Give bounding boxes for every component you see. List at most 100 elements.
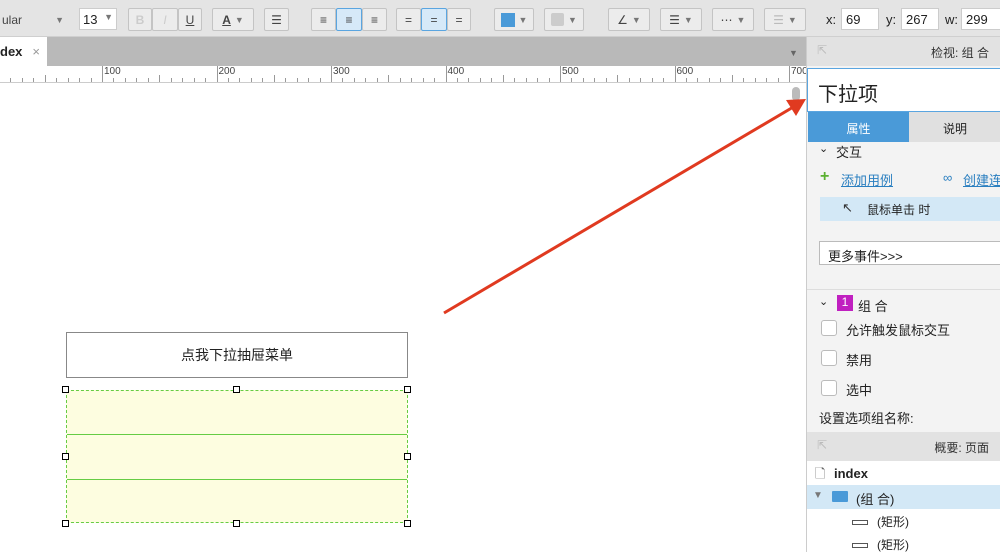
font-size-select[interactable]: 13 ▼	[79, 8, 117, 30]
ruler-tick	[537, 78, 539, 82]
dropdown-trigger-button[interactable]: 点我下拉抽屉菜单	[66, 332, 408, 378]
close-icon[interactable]: ×	[32, 44, 40, 59]
ruler-tick	[21, 78, 23, 82]
outline-group-label: (组 合)	[856, 492, 895, 507]
resize-handle[interactable]	[404, 520, 411, 527]
tab-notes[interactable]: 说明	[909, 112, 1000, 142]
resize-handle[interactable]	[404, 453, 411, 460]
tab-list-dropdown-icon[interactable]: ▼	[789, 48, 798, 58]
x-input[interactable]: 69	[841, 8, 879, 30]
y-input[interactable]: 267	[901, 8, 939, 30]
dropdown-group[interactable]	[66, 390, 408, 523]
ruler-tick	[789, 66, 790, 82]
add-case-link[interactable]: 添加用例	[841, 170, 893, 189]
tab-properties[interactable]: 属性	[808, 112, 909, 142]
resize-handle[interactable]	[62, 386, 69, 393]
font-style-select[interactable]: ular ▼	[0, 8, 68, 31]
outline-rect-item[interactable]: (矩形)	[877, 513, 909, 530]
ruler-tick	[227, 78, 229, 82]
design-canvas[interactable]: 点我下拉抽屉菜单	[0, 83, 806, 552]
create-link-link[interactable]: 创建连	[963, 170, 1000, 189]
selected-checkbox[interactable]	[821, 380, 837, 396]
ruler-tick	[617, 75, 619, 82]
line-style-button[interactable]: ⋯ ▼	[712, 8, 754, 31]
ruler-tick	[434, 78, 436, 82]
expand-triangle-icon[interactable]: ▼	[813, 490, 823, 501]
ruler-tick	[182, 78, 184, 82]
w-input[interactable]: 299	[961, 8, 1000, 30]
font-color-icon: A	[222, 12, 231, 27]
ruler-tick	[44, 75, 46, 82]
ruler-tick	[136, 78, 138, 82]
align-right-button[interactable]: ≡	[362, 8, 387, 31]
ruler-tick	[766, 78, 768, 82]
valign-middle-button[interactable]: =	[421, 8, 447, 31]
font-color-button[interactable]: A ▼	[212, 8, 254, 31]
y-label: y:	[886, 12, 897, 27]
ruler-label: 300	[333, 66, 350, 77]
ruler-tick	[560, 66, 561, 82]
resize-handle[interactable]	[62, 520, 69, 527]
resize-handle[interactable]	[233, 520, 240, 527]
resize-handle[interactable]	[404, 386, 411, 393]
valign-bottom-button[interactable]: =	[447, 8, 471, 31]
disabled-checkbox[interactable]	[821, 350, 837, 366]
ruler-tick	[124, 78, 126, 82]
page-icon: 🗋	[815, 466, 826, 481]
line-width-button[interactable]: ☰ ▼	[660, 8, 702, 31]
fill-color-button[interactable]: ▼	[494, 8, 534, 31]
collapse-arrow-icon[interactable]: ⇱	[817, 43, 827, 57]
ruler-tick	[445, 66, 447, 82]
toolbar: ular ▼ 13 ▼ B I U A ▼ ☰ ≡ ≡ ≡ = = = ▼ ▼ ∠ ▼ …	[0, 0, 1000, 37]
divider	[807, 289, 1000, 290]
outline-rect-item[interactable]: (矩形)	[877, 536, 909, 553]
valign-top-button[interactable]: =	[396, 8, 421, 31]
valign-middle-icon: =	[430, 12, 438, 27]
ruler-tick	[285, 78, 287, 82]
bullet-list-button[interactable]: ☰	[264, 8, 289, 31]
shadow-button[interactable]: ▼	[544, 8, 584, 31]
more-events-select[interactable]: 更多事件>>>	[819, 241, 1000, 265]
ruler-label: 400	[447, 66, 465, 77]
ruler-tick	[113, 78, 115, 82]
ruler-tick	[331, 66, 332, 82]
tab-index[interactable]: dex ×	[0, 37, 47, 66]
ruler-tick	[456, 78, 458, 82]
divider	[67, 434, 407, 435]
allow-mouse-checkbox[interactable]	[821, 320, 837, 336]
ruler-tick	[147, 78, 149, 82]
outline-page-item[interactable]: index	[834, 466, 868, 481]
underline-button[interactable]: U	[178, 8, 202, 31]
ruler-label: 100	[104, 66, 121, 77]
ruler-tick	[628, 78, 630, 82]
ruler-tick	[468, 78, 470, 82]
tab-label: dex	[0, 44, 23, 59]
rectangle-icon	[852, 520, 868, 525]
align-center-button[interactable]: ≡	[336, 8, 362, 31]
bold-button[interactable]: B	[128, 8, 152, 31]
list-icon: ☰	[271, 12, 282, 27]
resize-handle[interactable]	[233, 386, 240, 393]
line-color-button[interactable]: ∠ ▼	[608, 8, 650, 31]
vertical-scrollbar[interactable]	[792, 87, 800, 101]
arrow-style-button[interactable]: ☰ ▼	[764, 8, 806, 31]
chevron-down-icon[interactable]: ⌄	[819, 142, 828, 155]
ruler-tick	[605, 78, 607, 82]
chevron-down-icon[interactable]: ⌄	[819, 295, 828, 308]
outline-group-item[interactable]: ▼ (组 合)	[807, 485, 1000, 509]
collapse-arrow-icon[interactable]: ⇱	[817, 438, 827, 452]
event-row-click[interactable]: ↖ 鼠标单击 时	[820, 197, 1000, 221]
event-label: 鼠标单击 时	[867, 203, 931, 217]
align-left-button[interactable]: ≡	[311, 8, 336, 31]
ruler-tick	[720, 78, 722, 82]
resize-handle[interactable]	[62, 453, 69, 460]
disabled-label: 禁用	[846, 353, 873, 368]
chevron-down-icon: ▼	[104, 12, 113, 22]
ruler-tick	[651, 78, 653, 82]
italic-button[interactable]: I	[152, 8, 178, 31]
inspector-title: 检视: 组 合	[930, 46, 989, 60]
tab-bar: ▼	[0, 37, 806, 66]
ruler-tick	[376, 78, 378, 82]
widget-name-input[interactable]: 下拉项	[807, 68, 1000, 112]
font-size-value: 13	[83, 12, 98, 27]
